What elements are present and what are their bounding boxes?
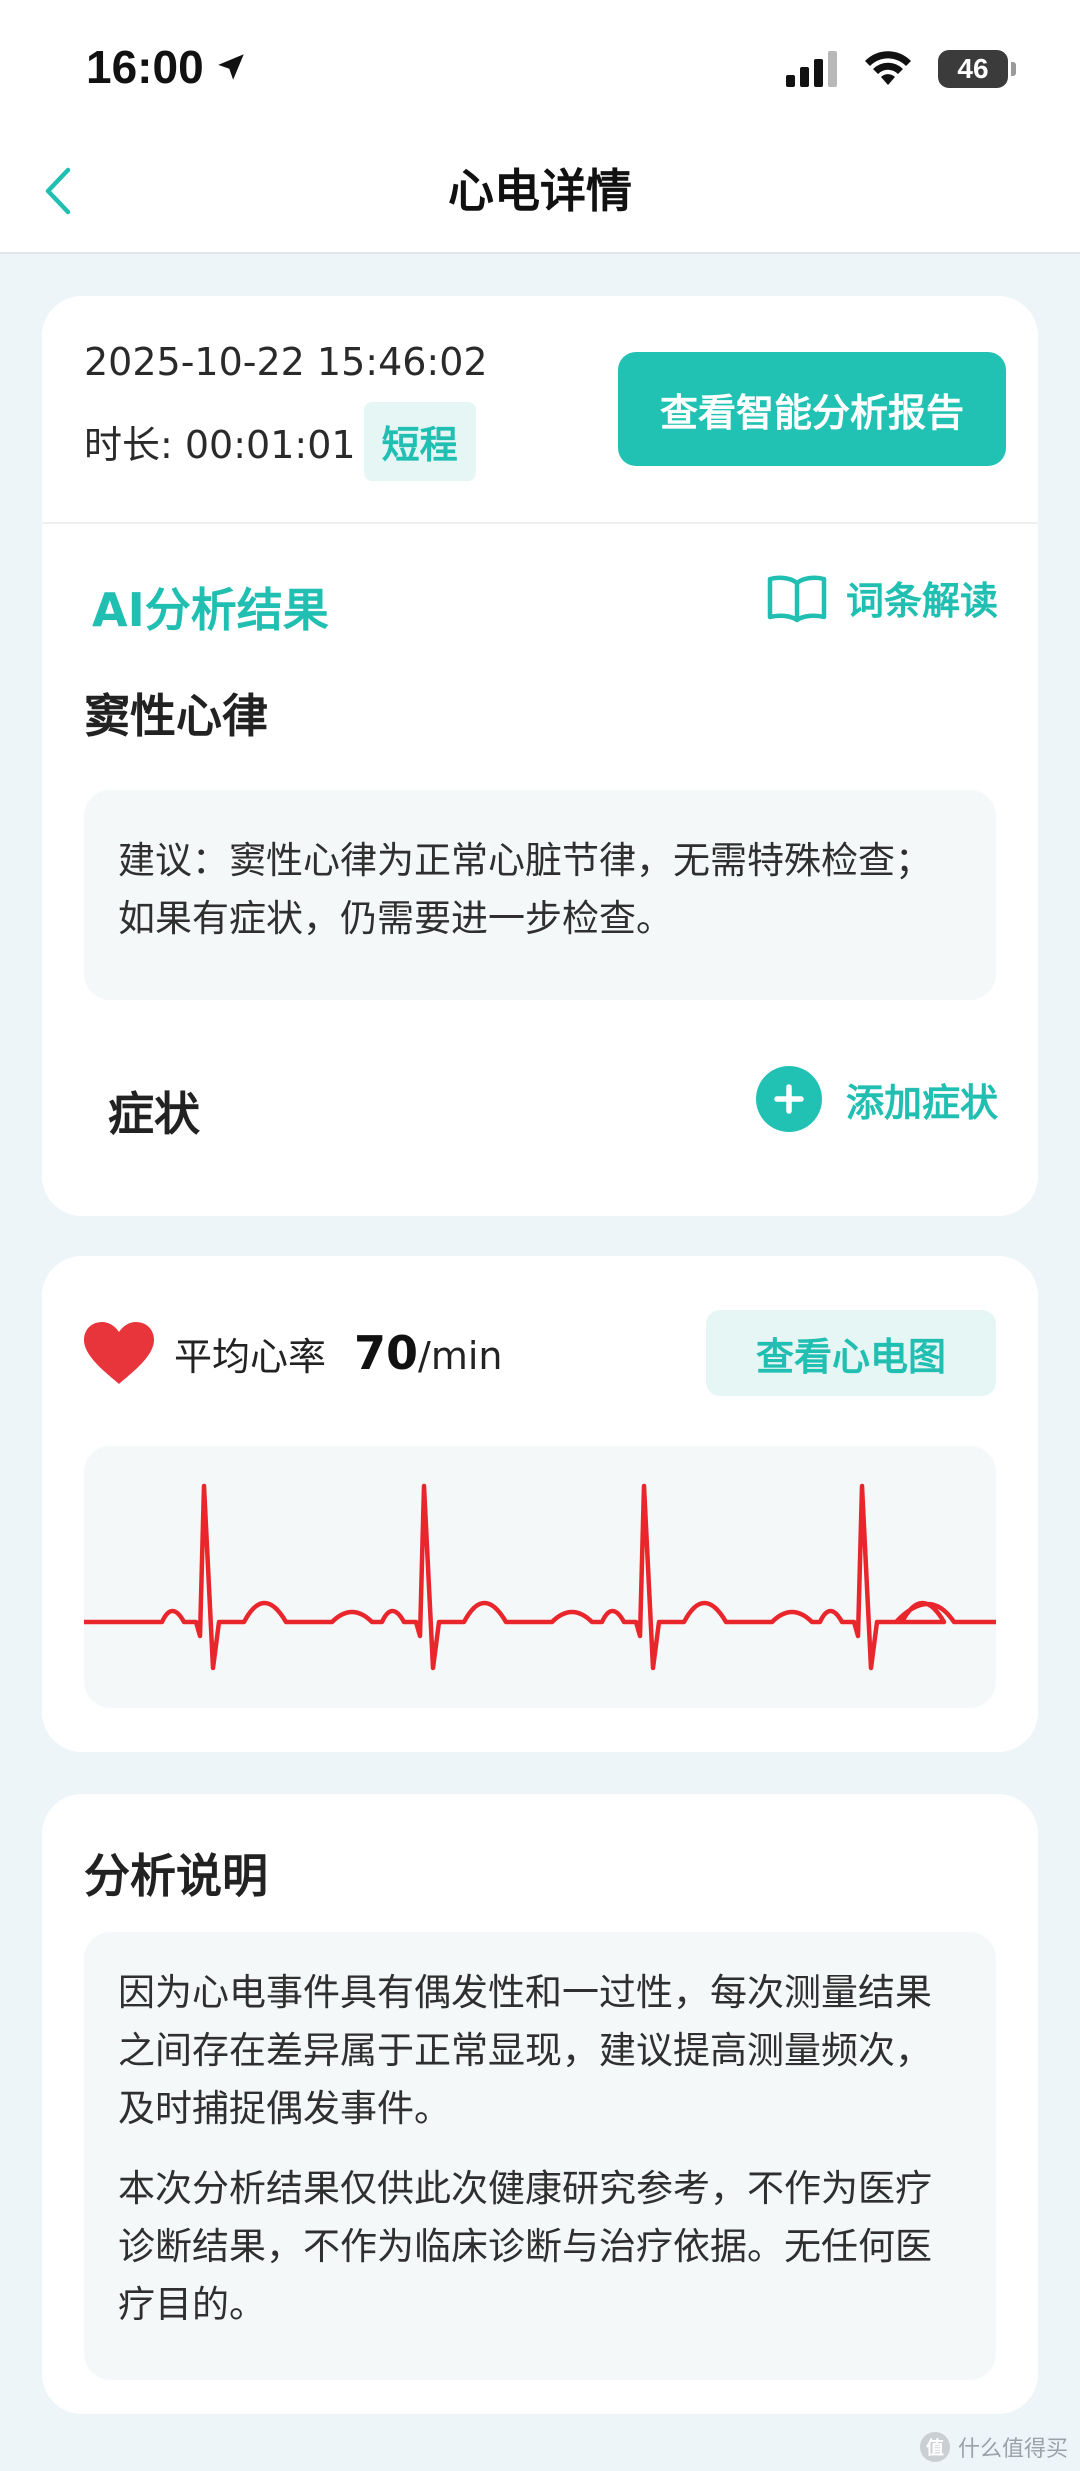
watermark-text: 什么值得买	[957, 2437, 1068, 2462]
analysis-note-paragraph: 因为心电事件具有偶发性和一过性，每次测量结果之间存在差异属于正常显现，建议提高测…	[118, 1971, 932, 2130]
ecg-waveform	[84, 1483, 996, 1671]
glossary-link[interactable]: 词条解读	[766, 570, 998, 625]
watermark-badge: 值	[919, 2432, 950, 2462]
heart-rate-unit: /min	[418, 1334, 503, 1378]
add-symptom-button[interactable]: 添加症状	[755, 1066, 998, 1132]
heart-rate-label: 平均心率	[174, 1334, 327, 1379]
add-symptom-label: 添加症状	[845, 1080, 998, 1125]
location-arrow-icon	[217, 54, 244, 80]
view-ecg-button[interactable]: 查看心电图	[706, 1310, 996, 1396]
analysis-note-title: 分析说明	[84, 1849, 268, 1903]
symptoms-label: 症状	[108, 1087, 200, 1141]
rhythm-result: 窦性心律	[84, 689, 268, 743]
status-time-text: 16:00	[86, 41, 204, 93]
glossary-link-label: 词条解读	[845, 579, 998, 623]
ecg-record-card: 2025-10-22 15:46:02 时长: 00:01:01 短程 查看智能…	[42, 296, 1038, 1216]
battery-indicator: 46	[938, 50, 1016, 88]
plus-circle-icon	[755, 1066, 822, 1132]
advice-box: 建议：窦性心律为正常心脏节律，无需特殊检查；如果有症状，仍需要进一步检查。	[84, 790, 996, 1000]
wifi-icon	[865, 51, 911, 85]
view-report-button[interactable]: 查看智能分析报告	[618, 352, 1006, 466]
status-indicators: 46	[786, 50, 1016, 88]
book-icon	[767, 575, 827, 622]
status-time: 16:00	[86, 40, 248, 94]
ai-result-title: AI分析结果	[92, 583, 329, 637]
duration-tag: 短程	[363, 402, 476, 481]
record-datetime: 2025-10-22 15:46:02	[84, 340, 488, 384]
page-title: 心电详情	[448, 164, 632, 218]
watermark: 值 什么值得买	[919, 2431, 1068, 2463]
divider	[42, 522, 1038, 524]
battery-level: 46	[957, 53, 989, 84]
top-bar: 16:00 46 心电详情	[0, 0, 1080, 254]
heart-icon	[84, 1322, 154, 1384]
duration-row: 时长: 00:01:01 短程	[84, 402, 476, 481]
heart-rate-card: 平均心率 70/min 查看心电图	[42, 1256, 1038, 1752]
heart-rate-value: 70	[354, 1326, 419, 1380]
record-duration: 时长: 00:01:01	[84, 423, 356, 467]
analysis-note-paragraph: 本次分析结果仅供此次健康研究参考，不作为医疗诊断结果，不作为临床诊断与治疗依据。…	[118, 2167, 932, 2326]
analysis-note-box: 因为心电事件具有偶发性和一过性，每次测量结果之间存在差异属于正常显现，建议提高测…	[84, 1932, 996, 2380]
ecg-preview	[84, 1446, 996, 1708]
cellular-signal-icon	[786, 51, 837, 87]
average-heart-rate: 平均心率 70/min	[82, 1320, 503, 1386]
advice-text: 建议：窦性心律为正常心脏节律，无需特殊检查；如果有症状，仍需要进一步检查。	[118, 839, 932, 940]
analysis-note-card: 分析说明 因为心电事件具有偶发性和一过性，每次测量结果之间存在差异属于正常显现，…	[42, 1794, 1038, 2414]
ecg-trace	[84, 1483, 996, 1671]
